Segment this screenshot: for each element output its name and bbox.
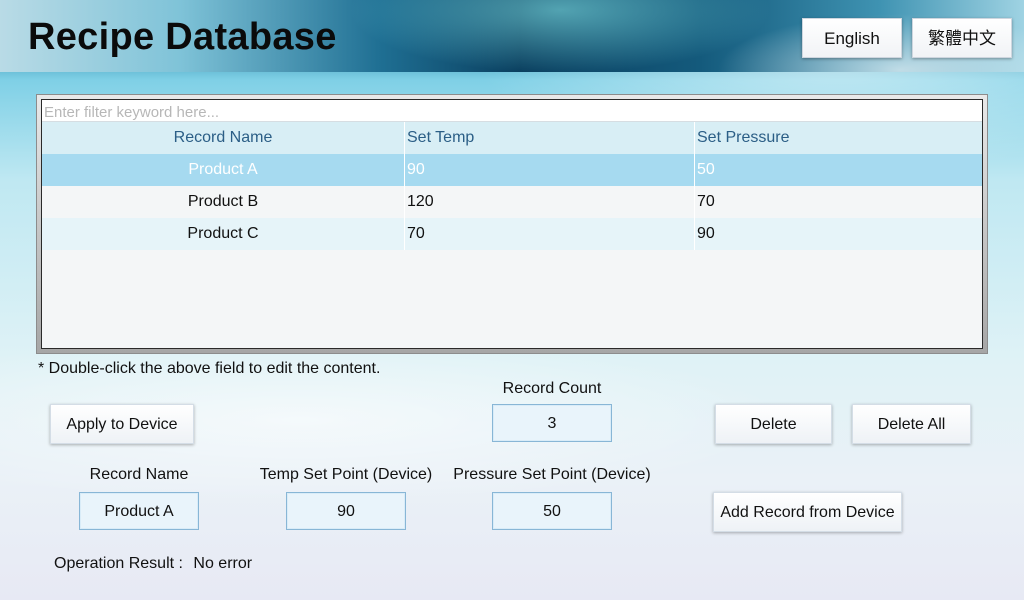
page-title: Recipe Database [28,16,337,58]
edit-hint-note: * Double-click the above field to edit t… [38,360,381,377]
temp-set-point-field[interactable]: 90 [286,492,406,530]
record-count-display: 3 [492,404,612,442]
cell-record-name[interactable]: Product A [42,154,404,186]
table-row[interactable]: Product B 120 70 [42,186,982,218]
table-row[interactable]: Product C 70 90 [42,218,982,250]
column-header-record-name[interactable]: Record Name [42,122,404,154]
apply-to-device-button[interactable]: Apply to Device [50,404,194,444]
cell-set-pressure[interactable]: 90 [694,218,982,250]
recipe-table: Enter filter keyword here... Record Name… [41,99,983,349]
cell-set-temp[interactable]: 120 [404,186,694,218]
record-name-field[interactable]: Product A [79,492,199,530]
table-row[interactable]: Product A 90 50 [42,154,982,186]
pressure-set-point-label: Pressure Set Point (Device) [453,466,651,483]
cell-set-pressure[interactable]: 70 [694,186,982,218]
cell-set-pressure[interactable]: 50 [694,154,982,186]
record-count-label: Record Count [502,380,602,397]
english-language-button[interactable]: English [802,18,902,58]
temp-set-point-label: Temp Set Point (Device) [259,466,433,483]
column-header-set-pressure[interactable]: Set Pressure [694,122,982,154]
add-record-from-device-button[interactable]: Add Record from Device [713,492,902,532]
chinese-language-button[interactable]: 繁體中文 [912,18,1012,58]
operation-result: Operation Result : No error [54,555,252,573]
pressure-set-point-field[interactable]: 50 [492,492,612,530]
record-name-label: Record Name [89,466,189,483]
delete-button[interactable]: Delete [715,404,832,444]
cell-set-temp[interactable]: 70 [404,218,694,250]
delete-all-button[interactable]: Delete All [852,404,971,444]
cell-record-name[interactable]: Product B [42,186,404,218]
cell-set-temp[interactable]: 90 [404,154,694,186]
operation-result-label: Operation Result : [54,555,183,572]
operation-result-value: No error [193,555,253,572]
cell-record-name[interactable]: Product C [42,218,404,250]
table-header: Record Name Set Temp Set Pressure [42,122,982,154]
column-header-set-temp[interactable]: Set Temp [404,122,694,154]
filter-input[interactable]: Enter filter keyword here... [42,100,982,122]
recipe-table-frame: Enter filter keyword here... Record Name… [36,94,988,354]
